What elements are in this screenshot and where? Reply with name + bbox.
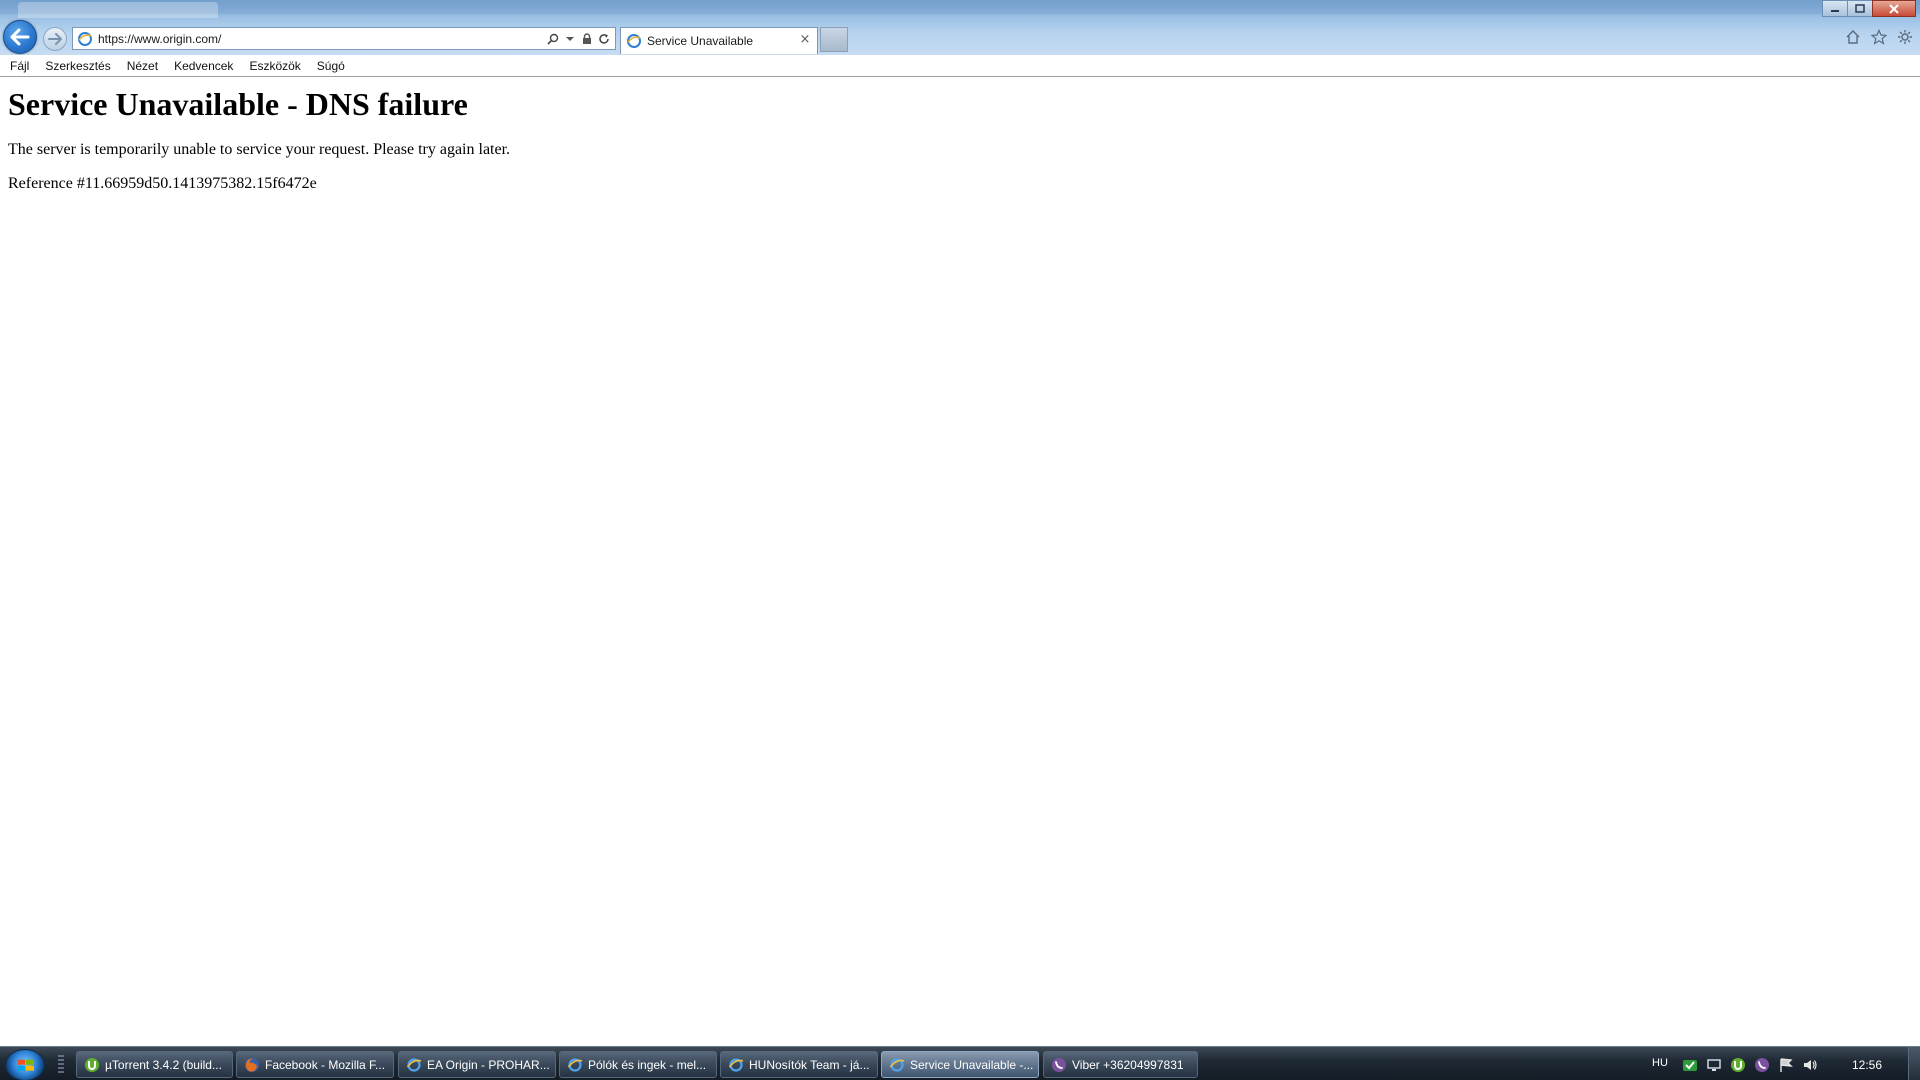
window-controls	[1822, 0, 1916, 17]
forward-arrow-icon	[48, 33, 62, 45]
back-button[interactable]	[3, 20, 37, 54]
menu-favorites[interactable]: Kedvencek	[167, 56, 240, 76]
error-message: The server is temporarily unable to serv…	[8, 141, 511, 158]
refresh-button[interactable]	[597, 31, 611, 47]
taskbar-item-viber[interactable]: Viber +36204997831	[1043, 1051, 1198, 1078]
taskbar-item-hunositok[interactable]: HUNosítók Team - já...	[720, 1051, 878, 1078]
viber-tray-icon[interactable]	[1754, 1057, 1770, 1073]
dropdown-arrow-icon	[566, 37, 574, 41]
tab-title: Service Unavailable	[647, 34, 754, 48]
taskbar: µTorrent 3.4.2 (build... Facebook - Mozi…	[0, 1046, 1920, 1080]
viber-icon	[1052, 1057, 1066, 1072]
security-check-icon[interactable]	[1682, 1057, 1698, 1073]
tab-close-button[interactable]: ×	[799, 33, 811, 47]
start-button[interactable]	[5, 1049, 45, 1080]
utorrent-icon	[85, 1057, 99, 1072]
search-button[interactable]	[546, 31, 560, 47]
taskbar-item-label: Service Unavailable -...	[910, 1057, 1034, 1072]
minimize-button[interactable]	[1822, 0, 1848, 17]
taskbar-item-label: HUNosítók Team - já...	[749, 1057, 870, 1072]
address-bar-buttons	[546, 30, 611, 48]
taskbar-item-label: Pólók és ingek - mel...	[588, 1057, 707, 1072]
taskbar-item-polok[interactable]: Pólók és ingek - mel...	[559, 1051, 717, 1078]
ie-icon	[728, 1057, 744, 1072]
browser-toolbar-icons	[1844, 28, 1914, 46]
ie-page-icon	[627, 34, 641, 48]
lock-icon	[583, 33, 591, 44]
ie-icon	[406, 1057, 422, 1072]
ie-icon	[567, 1057, 583, 1072]
action-center-flag-icon[interactable]	[1778, 1057, 1794, 1073]
home-icon	[1846, 30, 1860, 44]
ie-page-icon	[78, 31, 92, 46]
firefox-icon	[245, 1057, 259, 1072]
page-content: Service Unavailable - DNS failure The se…	[8, 78, 1908, 193]
back-arrow-icon	[10, 28, 30, 46]
taskbar-item-label: Viber +36204997831	[1072, 1057, 1184, 1072]
reference-id: Reference #11.66959d50.1413975382.15f647…	[8, 175, 317, 192]
gear-icon	[1898, 30, 1912, 44]
search-icon	[547, 33, 559, 45]
close-window-button[interactable]	[1872, 0, 1916, 17]
windows-logo-icon	[18, 1059, 34, 1071]
address-dropdown-button[interactable]	[563, 31, 577, 47]
menu-file[interactable]: Fájl	[3, 56, 36, 76]
taskbar-item-label: µTorrent 3.4.2 (build...	[105, 1057, 222, 1072]
maximize-icon	[1855, 4, 1865, 13]
clock[interactable]: 12:56	[1852, 1058, 1882, 1072]
language-indicator[interactable]: HU	[1652, 1057, 1668, 1069]
forward-button[interactable]	[43, 27, 67, 51]
ie-icon	[889, 1057, 905, 1072]
taskbar-item-label: Facebook - Mozilla F...	[265, 1057, 386, 1072]
menu-edit[interactable]: Szerkesztés	[38, 56, 117, 76]
volume-icon[interactable]	[1802, 1057, 1818, 1073]
address-url[interactable]: https://www.origin.com/	[98, 32, 221, 46]
favorites-star-icon	[1871, 29, 1887, 45]
menu-view[interactable]: Nézet	[120, 56, 165, 76]
favorites-button[interactable]	[1870, 28, 1888, 46]
browser-frame: https://www.origin.com/ Service Unavaila…	[0, 0, 1920, 55]
address-bar[interactable]: https://www.origin.com/	[72, 27, 616, 50]
menu-help[interactable]: Súgó	[310, 56, 352, 76]
minimize-icon	[1831, 9, 1839, 12]
menu-tools[interactable]: Eszközök	[242, 56, 307, 76]
maximize-button[interactable]	[1847, 0, 1873, 17]
refresh-icon	[599, 34, 609, 44]
tools-button[interactable]	[1896, 28, 1914, 46]
taskbar-item-ea-origin[interactable]: EA Origin - PROHAR...	[398, 1051, 556, 1078]
security-lock-button[interactable]	[580, 31, 594, 47]
show-desktop-button[interactable]	[1908, 1047, 1920, 1080]
page-title: Service Unavailable - DNS failure	[8, 86, 468, 122]
taskbar-item-service-unavailable[interactable]: Service Unavailable -...	[881, 1051, 1039, 1078]
home-button[interactable]	[1844, 28, 1862, 46]
taskbar-item-firefox[interactable]: Facebook - Mozilla F...	[236, 1051, 394, 1078]
network-icon[interactable]	[1706, 1057, 1722, 1073]
title-bar	[0, 0, 1920, 14]
new-tab-button[interactable]	[820, 27, 848, 52]
utorrent-tray-icon[interactable]	[1730, 1057, 1746, 1073]
taskbar-grip[interactable]	[58, 1055, 64, 1075]
tab-service-unavailable[interactable]: Service Unavailable ×	[620, 27, 818, 54]
background-window-blur	[18, 2, 218, 18]
taskbar-item-label: EA Origin - PROHAR...	[427, 1057, 550, 1072]
menu-bar: Fájl Szerkesztés Nézet Kedvencek Eszközö…	[0, 55, 1920, 77]
taskbar-item-utorrent[interactable]: µTorrent 3.4.2 (build...	[76, 1051, 233, 1078]
close-icon	[1889, 3, 1899, 14]
